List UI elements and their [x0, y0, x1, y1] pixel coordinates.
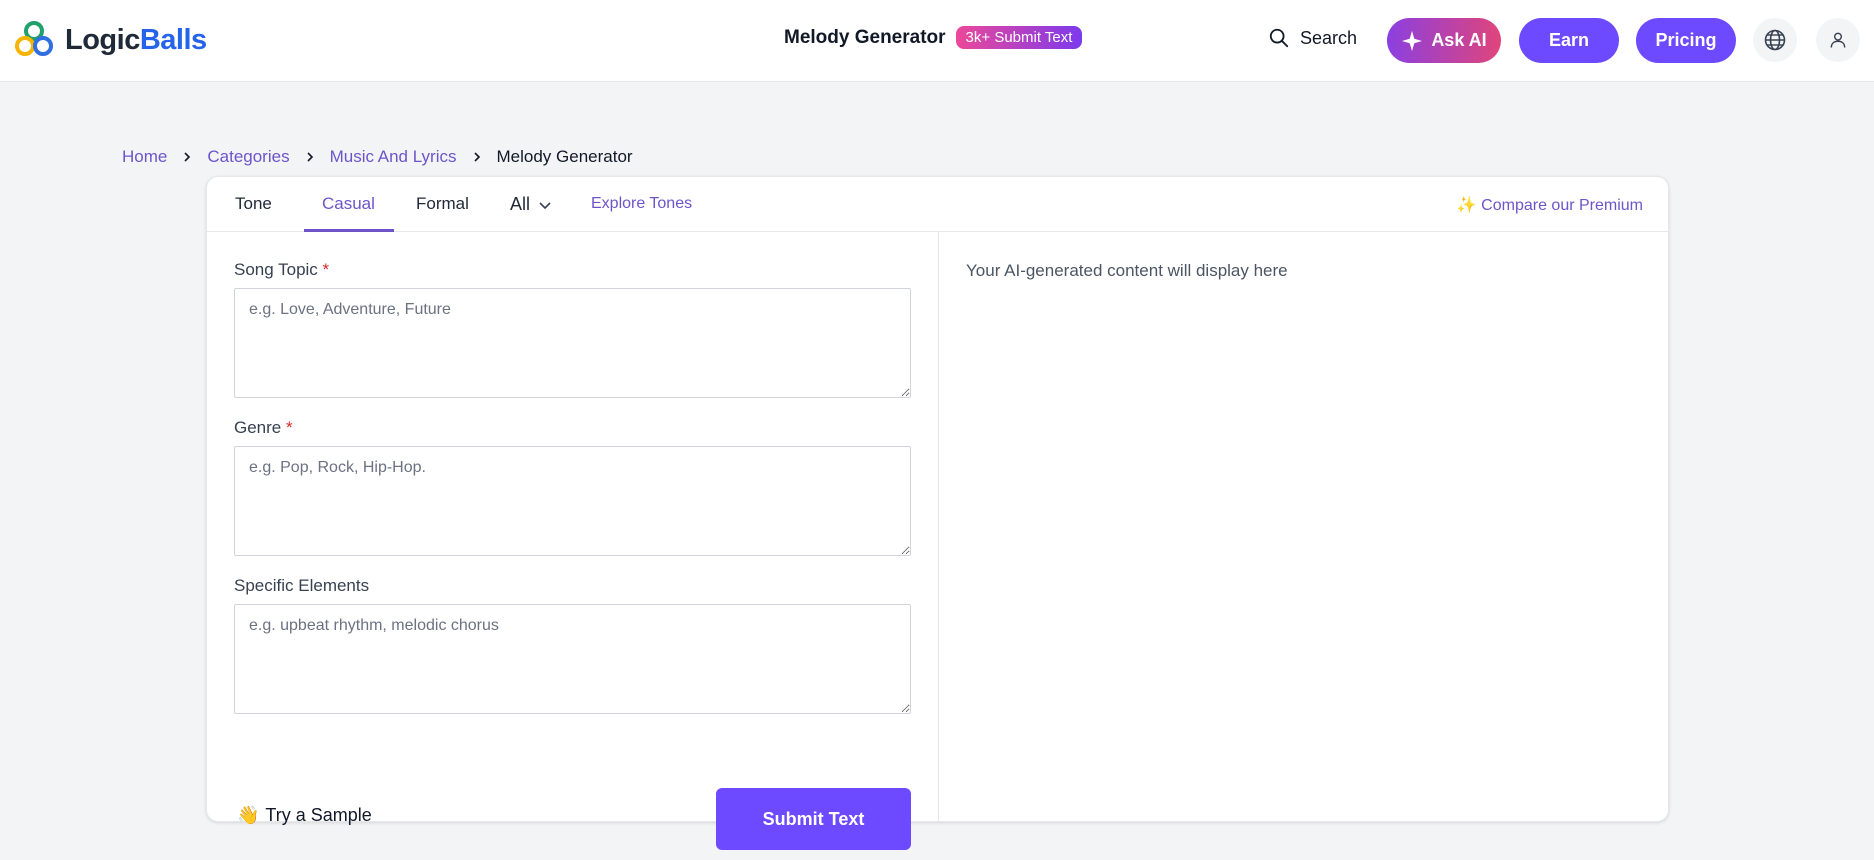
tab-casual[interactable]: Casual — [322, 194, 375, 214]
specific-elements-label: Specific Elements — [234, 576, 370, 595]
song-topic-label: Song Topic * — [234, 260, 330, 279]
breadcrumb: Home Categories Music And Lyrics Melody … — [122, 147, 633, 167]
chevron-down-icon — [539, 201, 551, 209]
tone-tabs: Tone Casual Formal All Explore Tones ✨ C… — [207, 177, 1670, 232]
output-placeholder: Your AI-generated content will display h… — [966, 261, 1288, 280]
search-button[interactable]: Search — [1268, 27, 1357, 49]
active-tab-indicator — [304, 229, 394, 232]
genre-input[interactable] — [234, 446, 911, 556]
panel-divider — [938, 232, 939, 822]
tool-name: Melody Generator — [784, 26, 946, 48]
explore-tones-link[interactable]: Explore Tones — [591, 195, 692, 213]
search-icon — [1269, 28, 1289, 48]
breadcrumb-categories[interactable]: Categories — [207, 147, 289, 167]
breadcrumb-current: Melody Generator — [496, 147, 633, 166]
chevron-right-icon — [473, 152, 480, 162]
tone-label: Tone — [235, 194, 272, 213]
user-icon — [1830, 32, 1846, 48]
tab-all-label: All — [510, 194, 531, 214]
ask-ai-label: Ask AI — [1431, 30, 1487, 50]
song-topic-input[interactable] — [234, 288, 911, 398]
language-button[interactable] — [1753, 18, 1797, 62]
sparkle-icon — [1402, 30, 1423, 51]
chevron-right-icon — [184, 152, 191, 162]
tool-title-area: Melody Generator 3k+ Submit Text — [784, 26, 1083, 49]
try-sample-button[interactable]: 👋 Try a Sample — [237, 805, 372, 826]
search-label: Search — [1300, 27, 1358, 48]
tab-formal[interactable]: Formal — [416, 194, 469, 214]
submit-button[interactable]: Submit Text — [716, 788, 911, 850]
globe-icon — [1764, 29, 1786, 51]
tab-all-dropdown[interactable]: All — [510, 194, 552, 215]
required-mark: * — [285, 418, 293, 437]
try-sample-label: Try a Sample — [265, 805, 372, 825]
waving-hand-icon: 👋 — [237, 805, 260, 825]
logo-mark-icon — [15, 21, 53, 56]
pricing-button[interactable]: Pricing — [1636, 18, 1736, 63]
earn-button[interactable]: Earn — [1519, 18, 1619, 63]
tool-card: Tone Casual Formal All Explore Tones ✨ C… — [206, 176, 1670, 850]
required-mark: * — [322, 260, 330, 279]
breadcrumb-home[interactable]: Home — [122, 147, 167, 167]
logo[interactable]: LogicBalls — [13, 19, 207, 61]
account-button[interactable] — [1816, 18, 1860, 62]
breadcrumb-music-and-lyrics[interactable]: Music And Lyrics — [330, 147, 457, 167]
chevron-right-icon — [307, 152, 313, 162]
top-header: LogicBalls Melody Generator 3k+ Submit T… — [0, 0, 1874, 82]
specific-elements-input[interactable] — [234, 604, 911, 714]
ask-ai-button[interactable]: Ask AI — [1387, 18, 1501, 63]
usage-badge: 3k+ Submit Text — [955, 26, 1083, 49]
logo-text: LogicBalls — [65, 23, 207, 56]
compare-premium-link[interactable]: ✨ Compare our Premium — [1457, 195, 1643, 215]
genre-label: Genre * — [234, 418, 293, 437]
